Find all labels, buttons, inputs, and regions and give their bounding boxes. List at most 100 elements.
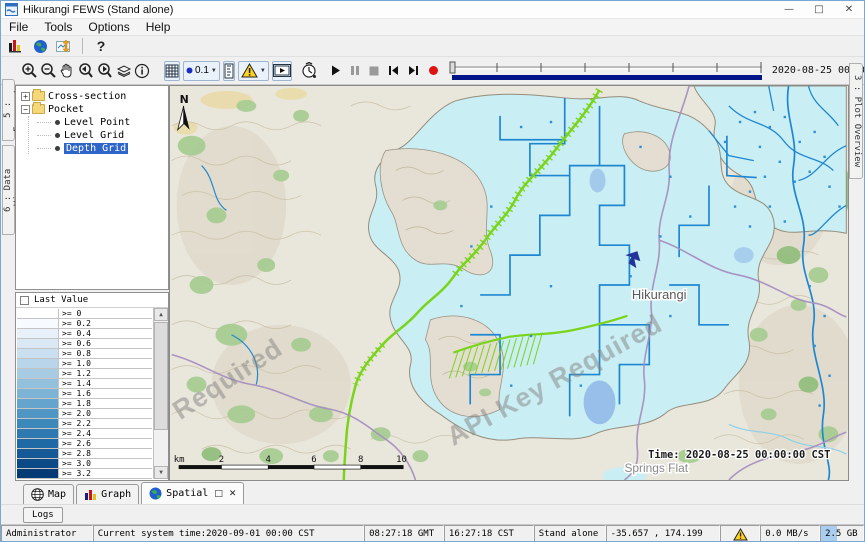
- time-slider[interactable]: [448, 59, 766, 83]
- database-viewer-icon[interactable]: [5, 36, 27, 56]
- map-display-icon[interactable]: [29, 36, 51, 56]
- legend-row[interactable]: >= 1.4: [17, 379, 152, 389]
- legend-row[interactable]: >= 2.2: [17, 419, 152, 429]
- info-icon[interactable]: [134, 61, 150, 81]
- grid-toggle-button[interactable]: [164, 61, 180, 81]
- legend-row[interactable]: >= 1.6: [17, 389, 152, 399]
- zoom-next-icon[interactable]: [96, 61, 114, 81]
- legend-row[interactable]: >= 0.8: [17, 349, 152, 359]
- tree-node-cross-section[interactable]: + Cross-section: [18, 90, 166, 102]
- collapse-icon[interactable]: −: [21, 105, 30, 114]
- legend-row[interactable]: >= 2.8: [17, 449, 152, 459]
- menu-help[interactable]: Help: [138, 19, 179, 35]
- layers-icon[interactable]: [116, 61, 132, 81]
- layers-tree[interactable]: + Cross-section − Pocket Level Point: [15, 85, 169, 290]
- legend-swatch: [17, 419, 59, 428]
- legend-row[interactable]: >= 3.0: [17, 459, 152, 469]
- legend-swatch: [17, 379, 59, 388]
- legend-row[interactable]: >= 3.2: [17, 469, 152, 479]
- legend-label: >= 2.6: [59, 439, 152, 448]
- legend-row[interactable]: >= 1.8: [17, 399, 152, 409]
- maximize-button[interactable]: □: [804, 1, 834, 18]
- left-tab-strip: 5 : Forecast 6 : Data Viewer: [1, 85, 15, 481]
- animation-player-icon[interactable]: [272, 61, 292, 81]
- stop-button[interactable]: [369, 61, 379, 81]
- legend-swatch: [17, 469, 59, 478]
- tree-node-depth-grid[interactable]: Depth Grid: [29, 142, 166, 154]
- scroll-up-icon[interactable]: ▲: [154, 308, 168, 321]
- legend-row[interactable]: >= 0.4: [17, 329, 152, 339]
- legend-row[interactable]: >= 0: [17, 309, 152, 319]
- play-button[interactable]: [331, 61, 341, 81]
- status-memory[interactable]: 2.5 GB: [820, 525, 864, 542]
- main-toolbar: ?: [1, 36, 864, 57]
- legend-scrollbar[interactable]: ▲ ▼: [153, 308, 168, 479]
- zoom-previous-icon[interactable]: [76, 61, 94, 81]
- skip-to-start-button[interactable]: [388, 61, 399, 81]
- tab-plot-overview[interactable]: 3 : Plot Overview: [849, 63, 863, 179]
- status-warning[interactable]: [720, 525, 760, 542]
- spatial-display-icon[interactable]: [53, 36, 75, 56]
- legend-label: >= 0.6: [59, 339, 152, 348]
- svg-text:10: 10: [396, 455, 407, 465]
- scrollbar-thumb[interactable]: [154, 322, 168, 430]
- pan-hand-icon[interactable]: [59, 61, 74, 81]
- menu-options[interactable]: Options: [80, 19, 137, 35]
- minimize-button[interactable]: —: [774, 1, 804, 18]
- panel-close-button[interactable]: ✕: [229, 489, 237, 499]
- pause-button[interactable]: [350, 61, 360, 81]
- tab-data-viewer[interactable]: 6 : Data Viewer: [2, 145, 15, 235]
- tab-graph[interactable]: Graph: [76, 484, 139, 504]
- legend-row[interactable]: >= 2.4: [17, 429, 152, 439]
- legend-swatch: [17, 319, 59, 328]
- legend-swatch: [17, 449, 59, 458]
- window-title: Hikurangi FEWS (Stand alone): [23, 4, 173, 16]
- close-button[interactable]: ✕: [834, 1, 864, 18]
- scale-unit: km: [174, 455, 185, 465]
- tab-map[interactable]: Map: [23, 484, 74, 504]
- tree-node-pocket[interactable]: − Pocket: [18, 103, 166, 115]
- legend-swatch: [17, 459, 59, 468]
- legend-row[interactable]: >= 2.6: [17, 439, 152, 449]
- threshold-dropdown[interactable]: 0.1 ▼: [183, 61, 220, 81]
- legend-label: >= 3.2: [59, 469, 152, 478]
- legend-row[interactable]: >= 1.2: [17, 369, 152, 379]
- zoom-in-icon[interactable]: [21, 61, 38, 81]
- legend-row[interactable]: >= 1.0: [17, 359, 152, 369]
- map-viewport[interactable]: API Key Required API Key Required Hikura…: [169, 85, 849, 481]
- panel-restore-button[interactable]: □: [214, 489, 223, 499]
- status-network-rate: 0.0 MB/s: [760, 525, 820, 542]
- menu-file[interactable]: File: [1, 19, 36, 35]
- town-label: Hikurangi: [632, 287, 687, 302]
- menu-tools[interactable]: Tools: [36, 19, 80, 35]
- record-button[interactable]: [428, 61, 439, 81]
- app-logo-icon: [5, 3, 18, 16]
- titlebar[interactable]: Hikurangi FEWS (Stand alone) — □ ✕: [1, 1, 864, 19]
- warning-dropdown[interactable]: ▼: [238, 61, 269, 81]
- logs-button[interactable]: Logs: [23, 507, 63, 523]
- svg-text:4: 4: [266, 455, 271, 465]
- last-value-option[interactable]: Last Value: [16, 293, 168, 308]
- scroll-down-icon[interactable]: ▼: [154, 466, 168, 479]
- expand-icon[interactable]: +: [21, 92, 30, 101]
- last-value-checkbox[interactable]: [20, 296, 29, 305]
- timer-settings-icon[interactable]: [301, 61, 318, 81]
- legend-row[interactable]: >= 0.6: [17, 339, 152, 349]
- tab-spatial[interactable]: Spatial □ ✕: [141, 482, 244, 504]
- legend-label: >= 1.0: [59, 359, 152, 368]
- legend-row[interactable]: >= 2.0: [17, 409, 152, 419]
- tree-node-level-grid[interactable]: Level Grid: [29, 129, 166, 141]
- help-button[interactable]: ?: [90, 36, 112, 56]
- zoom-out-icon[interactable]: [40, 61, 57, 81]
- status-mode: Stand alone: [534, 525, 606, 542]
- time-slider-handle[interactable]: [450, 62, 455, 73]
- vertical-scale-button[interactable]: [223, 61, 235, 81]
- legend-swatch: [17, 329, 59, 338]
- tab-forecast[interactable]: 5 : Forecast: [2, 79, 15, 141]
- legend-swatch: [17, 399, 59, 408]
- legend-row[interactable]: >= 0.2: [17, 319, 152, 329]
- skip-to-end-button[interactable]: [408, 61, 419, 81]
- tree-node-level-point[interactable]: Level Point: [29, 116, 166, 128]
- legend-panel: Last Value >= 0>= 0.2>= 0.4>= 0.6>= 0.8>…: [15, 292, 169, 481]
- place-label: Springs Flat: [624, 461, 688, 475]
